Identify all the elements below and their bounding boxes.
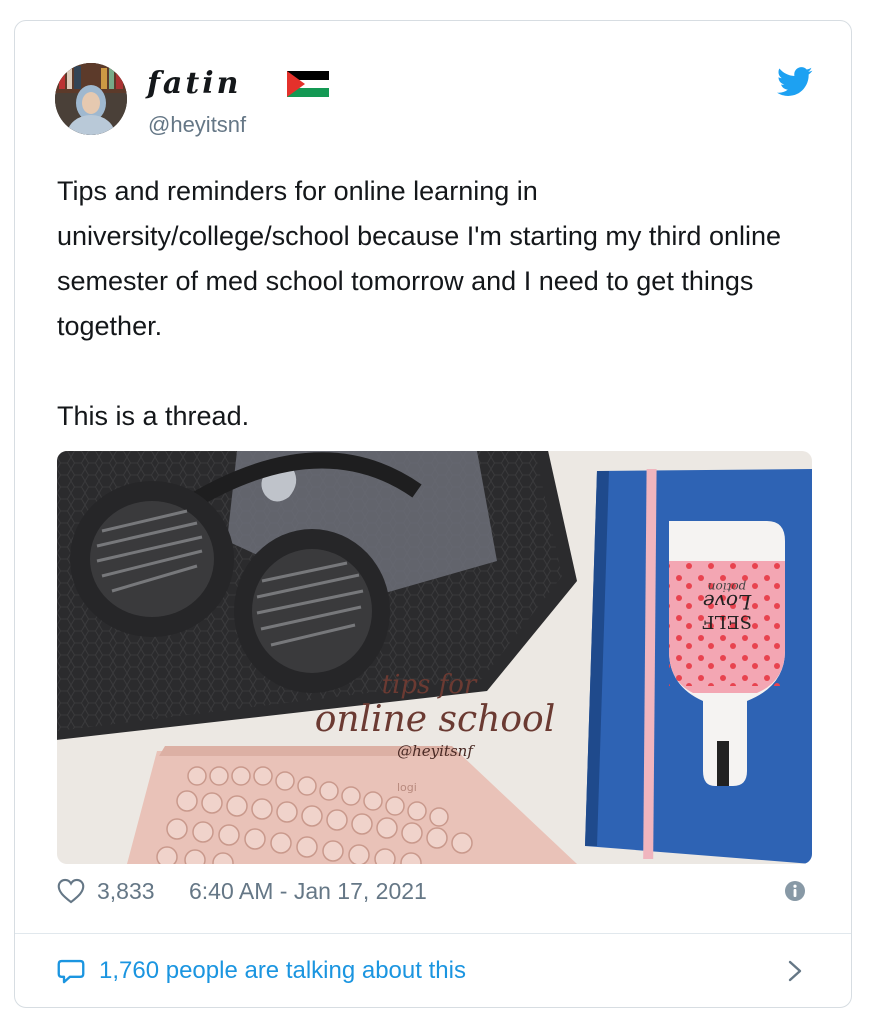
photo-caption-line2: online school	[315, 699, 556, 740]
tweet-meta: 3,833 6:40 AM - Jan 17, 2021	[57, 873, 817, 909]
display-name[interactable]: fatin	[147, 67, 241, 101]
conversation-link[interactable]: 1,760 people are talking about this	[57, 951, 817, 991]
divider	[15, 933, 851, 934]
user-handle[interactable]: @heyitsnf	[148, 111, 246, 139]
chevron-right-icon[interactable]	[787, 960, 803, 982]
tweet-paragraph: Tips and reminders for online learning i…	[57, 176, 782, 341]
photo-caption-handle: @heyitsnf	[397, 742, 475, 760]
timestamp[interactable]: 6:40 AM - Jan 17, 2021	[189, 873, 427, 909]
tweet-card: fatin @heyitsnf Tips and reminders for o…	[14, 20, 852, 1008]
like-count[interactable]: 3,833	[97, 873, 155, 909]
reply-bubble-icon	[57, 959, 85, 984]
conversation-count-label[interactable]: 1,760 people are talking about this	[99, 951, 466, 991]
tweet-photo[interactable]: logi SELF Love potion tips for online sc…	[57, 451, 812, 864]
tweet-text: Tips and reminders for online learning i…	[57, 169, 817, 439]
photo-caption-line1: tips for	[382, 670, 478, 700]
palestine-flag-icon	[287, 71, 329, 97]
notebook-caption: potion	[708, 580, 747, 594]
notebook: SELF Love potion	[585, 468, 812, 864]
tweet-paragraph: This is a thread.	[57, 401, 250, 431]
avatar[interactable]	[55, 63, 127, 135]
keyboard-brand: logi	[397, 781, 417, 794]
twitter-bird-icon[interactable]	[777, 67, 813, 97]
heart-icon[interactable]	[57, 878, 85, 904]
info-icon[interactable]	[784, 880, 806, 902]
